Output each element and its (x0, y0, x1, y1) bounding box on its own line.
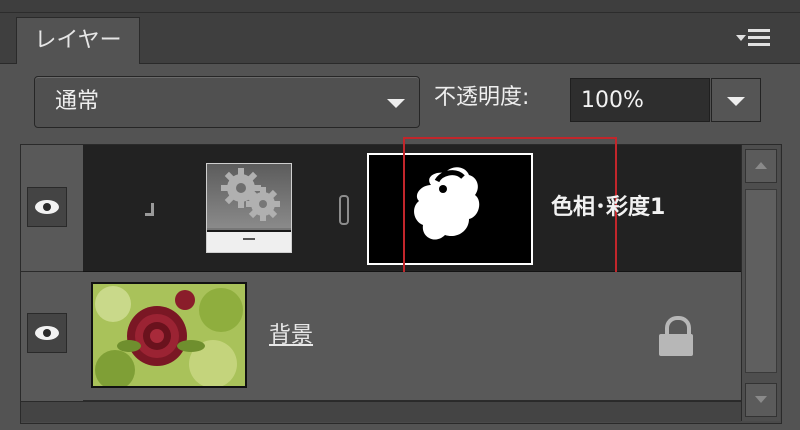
layers-bottom-strip (21, 401, 741, 422)
lock-icon (657, 316, 697, 356)
row-divider (21, 271, 83, 272)
blend-mode-value: 通常 (55, 89, 100, 114)
opacity-label: 不透明度: (434, 85, 530, 110)
top-strip (0, 0, 800, 13)
mask-link-icon[interactable] (339, 195, 349, 225)
opacity-input[interactable]: 100% (570, 78, 710, 122)
layer2-visibility-toggle[interactable] (27, 313, 67, 353)
chevron-down-icon (755, 396, 767, 403)
layer-row-adjustment[interactable]: 色相･彩度1 (83, 137, 741, 283)
layer-thumbnail-rose[interactable] (91, 282, 247, 388)
layers-scrollbar[interactable] (741, 145, 780, 421)
layers-list: 色相･彩度1 背景 (20, 137, 782, 424)
gears-icon (207, 164, 291, 228)
menu-line (748, 36, 770, 39)
scroll-down-button[interactable] (745, 383, 777, 417)
layer-name[interactable]: 色相･彩度1 (551, 145, 665, 271)
eye-pupil (43, 203, 51, 211)
tab-layers[interactable]: レイヤー (16, 17, 140, 64)
layer-name[interactable]: 背景 (269, 272, 313, 400)
eye-pupil (43, 329, 51, 337)
menu-line (748, 43, 770, 46)
adjustment-thumbnail[interactable] (206, 163, 292, 253)
opacity-dropdown-button[interactable] (711, 78, 761, 122)
clip-indicator-icon (143, 203, 157, 223)
chevron-up-icon (755, 162, 767, 169)
layer1-visibility-toggle[interactable] (27, 187, 67, 227)
scroll-up-button[interactable] (745, 149, 777, 183)
menu-caret-icon (736, 35, 746, 41)
menu-line (748, 29, 770, 32)
chevron-down-icon (387, 99, 405, 108)
chevron-down-icon (727, 97, 745, 106)
adjustment-label-strip (207, 230, 291, 252)
layer-row-background[interactable]: 背景 (83, 272, 741, 401)
scroll-thumb[interactable] (745, 189, 777, 373)
panel-menu-icon[interactable] (736, 25, 776, 53)
visibility-column (21, 145, 84, 401)
panel-tabbar: レイヤー (0, 13, 800, 64)
blend-mode-select[interactable]: 通常 (34, 76, 420, 128)
